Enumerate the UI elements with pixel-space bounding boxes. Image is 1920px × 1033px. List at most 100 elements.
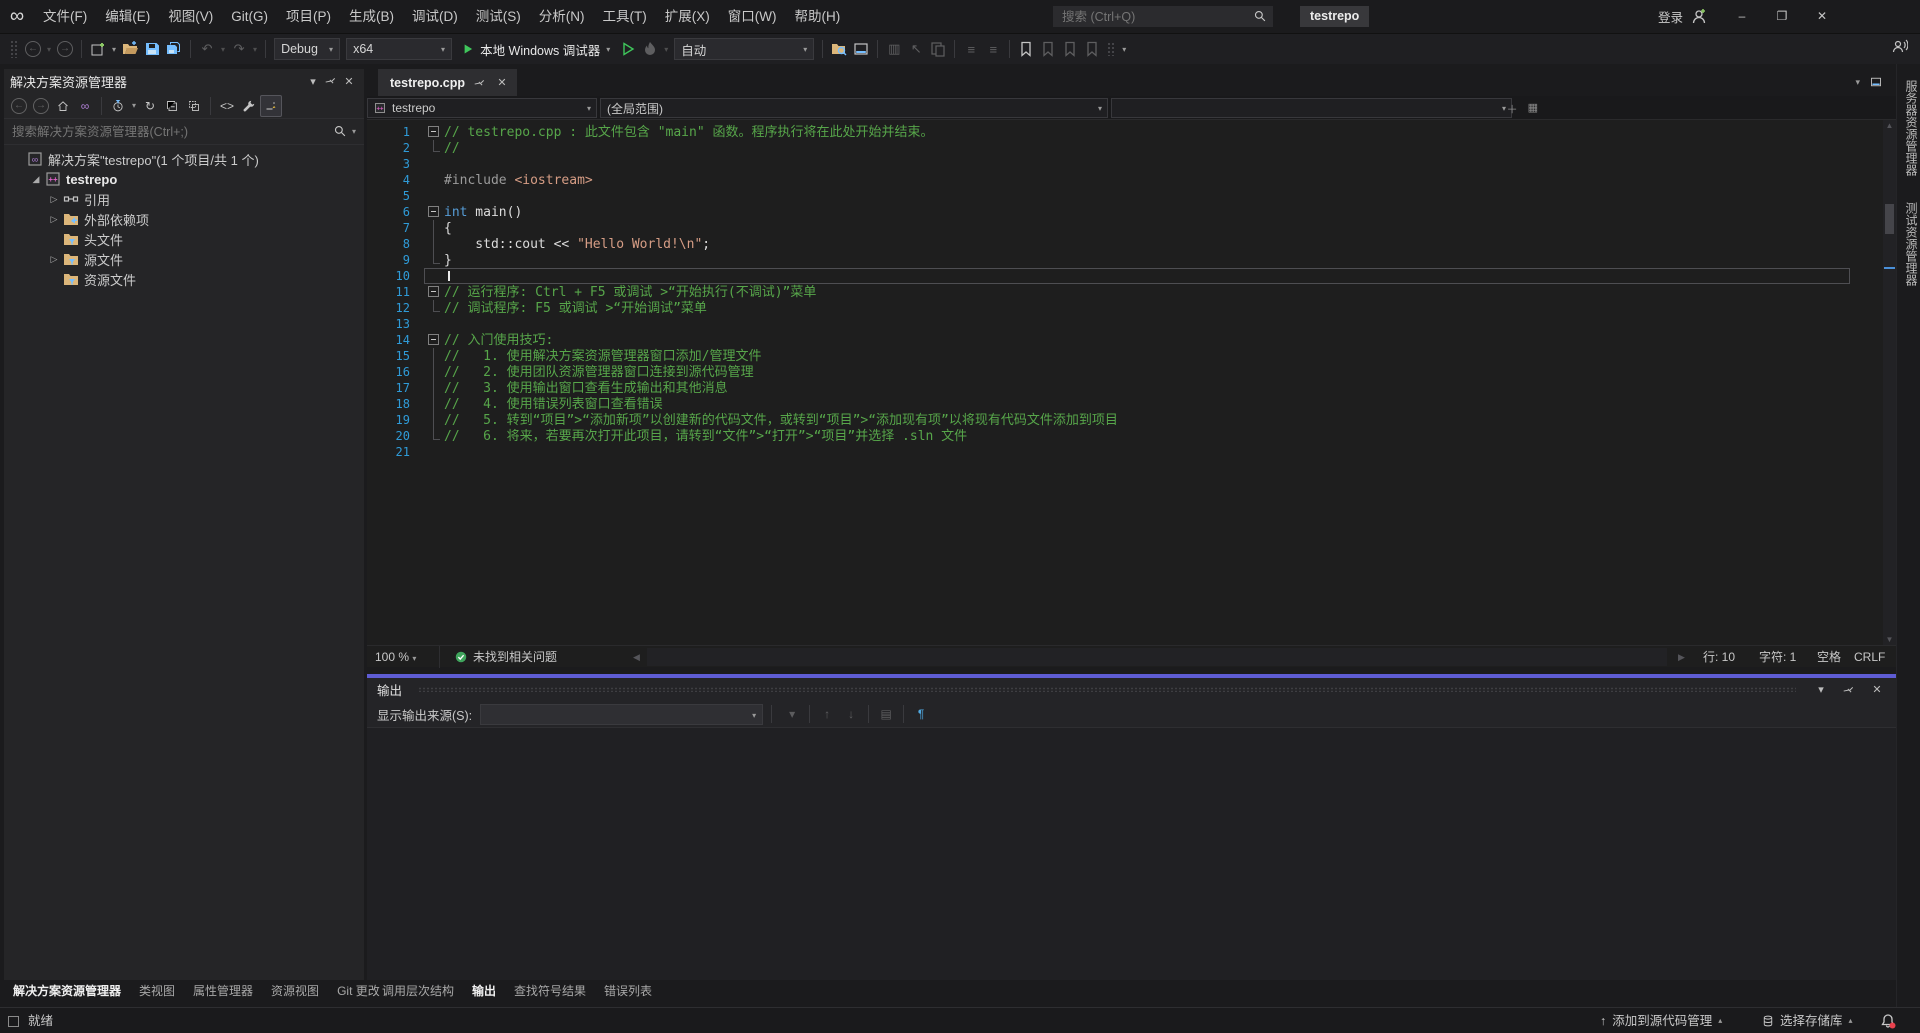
properties-icon[interactable] [238,95,260,117]
fold-collapse-icon[interactable] [428,286,439,297]
open-folder-icon[interactable] [119,37,141,61]
start-without-debugging-icon[interactable] [617,37,639,61]
line-number[interactable]: 2 [367,140,424,156]
background-tasks-icon[interactable] [8,1008,19,1033]
scroll-up-icon[interactable]: ▲ [1883,121,1896,130]
nav-back-icon[interactable]: ← [22,37,44,61]
code-health-indicator[interactable]: 未找到相关问题 [455,646,557,668]
fold-margin[interactable] [424,252,444,268]
toolbar-grip[interactable] [10,40,18,58]
tree-item-2[interactable]: ▷引用 [4,189,364,209]
solution-window-icon[interactable] [850,37,872,61]
menu-item-12[interactable]: 帮助(H) [785,0,849,33]
code-editor[interactable]: 1// testrepo.cpp : 此文件包含 "main" 函数。程序执行将… [367,120,1896,645]
document-tab-testrepo-cpp[interactable]: testrepo.cpp ✕ [378,69,517,96]
scroll-left-icon[interactable]: ◀ [633,646,640,668]
chevron-down-icon[interactable]: ▾ [250,45,260,54]
fold-margin[interactable] [425,269,445,283]
debug-target-dropdown[interactable]: 自动▾ [674,38,814,60]
line-number[interactable]: 10 [367,268,424,284]
bottom-tab-1[interactable]: 输出 [463,980,505,1002]
output-source-dropdown[interactable]: ▾ [480,704,763,725]
fold-margin[interactable] [424,412,444,428]
refresh-icon[interactable]: ↻ [139,95,161,117]
fold-collapse-icon[interactable] [428,334,439,345]
right-autohide-tab-1[interactable]: 测试资源管理器 [1897,192,1920,296]
back-icon[interactable]: ← [8,95,30,117]
fold-margin[interactable] [424,172,444,188]
fold-collapse-icon[interactable] [428,206,439,217]
global-search-input[interactable] [1054,10,1248,24]
pin-icon[interactable] [1840,683,1858,695]
fold-margin[interactable] [424,380,444,396]
close-icon[interactable]: ✕ [495,76,509,89]
left-tab-1[interactable]: 类视图 [130,980,184,1002]
expander-icon[interactable]: ▷ [46,194,62,205]
line-number[interactable]: 8 [367,236,424,252]
fold-margin[interactable] [424,428,444,444]
fold-margin[interactable] [424,444,444,460]
tree-item-3[interactable]: ▷外部依赖项 [4,209,364,229]
scrollbar-thumb[interactable] [1885,204,1894,234]
chevron-down-icon[interactable]: ▾ [109,45,119,54]
left-tab-3[interactable]: 资源视图 [262,980,328,1002]
line-number[interactable]: 1 [367,124,424,140]
goto-next-message-icon[interactable]: ↓ [839,703,863,725]
clear-all-icon[interactable]: ▤ [874,703,898,725]
close-button[interactable]: ✕ [1802,0,1842,33]
chevron-down-icon[interactable]: ▾ [352,127,356,136]
menu-item-1[interactable]: 编辑(E) [96,0,159,33]
line-number[interactable]: 9 [367,252,424,268]
right-autohide-tab-0[interactable]: 服务器资源管理器 [1897,70,1920,186]
expander-icon[interactable]: ◢ [28,174,44,185]
pin-icon[interactable] [473,76,487,88]
menu-item-5[interactable]: 生成(B) [340,0,403,33]
bottom-tab-2[interactable]: 查找符号结果 [505,980,595,1002]
caret-down-icon[interactable]: ▾ [304,75,322,88]
find-in-files-icon[interactable] [828,37,850,61]
scroll-right-icon[interactable]: ▶ [1678,646,1685,668]
tree-item-5[interactable]: ▷源文件 [4,249,364,269]
menu-item-2[interactable]: 视图(V) [159,0,222,33]
line-number[interactable]: 17 [367,380,424,396]
member-dropdown[interactable]: ▾ [1111,98,1512,118]
line-number[interactable]: 5 [367,188,424,204]
chevron-down-icon[interactable]: ▾ [44,45,54,54]
caret-down-icon[interactable]: ▾ [1812,683,1830,696]
bottom-tab-0[interactable]: 调用层次结构 [373,980,463,1002]
fold-margin[interactable] [424,332,444,348]
line-number[interactable]: 14 [367,332,424,348]
chevron-down-icon[interactable]: ▾ [129,101,139,110]
menu-item-4[interactable]: 项目(P) [277,0,340,33]
preview-selected-items-icon[interactable] [260,95,282,117]
paste-icon[interactable] [927,37,949,61]
view-code-icon[interactable]: <> [216,95,238,117]
toggle-bookmark-icon[interactable] [1015,37,1037,61]
menu-item-8[interactable]: 分析(N) [530,0,594,33]
line-indicator[interactable]: 行: 10 [1703,646,1735,668]
line-number[interactable]: 13 [367,316,424,332]
goto-message-icon[interactable]: ▾ [780,703,804,725]
vertical-scrollbar[interactable]: ▲ ▼ [1883,120,1896,645]
tree-item-4[interactable]: 头文件 [4,229,364,249]
horizontal-scrollbar[interactable] [647,648,1667,666]
fold-margin[interactable] [424,188,444,204]
tree-item-0[interactable]: 解决方案"testrepo"(1 个项目/共 1 个) [4,149,364,169]
line-number[interactable]: 3 [367,156,424,172]
solution-explorer-search-box[interactable]: ▾ [4,119,364,145]
fold-margin[interactable] [424,348,444,364]
float-window-icon[interactable] [1870,74,1882,92]
line-number[interactable]: 6 [367,204,424,220]
line-ending-indicator[interactable]: CRLF [1854,646,1885,668]
line-number[interactable]: 12 [367,300,424,316]
notifications-bell-icon[interactable] [1880,1008,1896,1033]
fold-margin[interactable] [424,300,444,316]
bottom-tab-3[interactable]: 错误列表 [595,980,661,1002]
line-number[interactable]: 7 [367,220,424,236]
menu-item-6[interactable]: 调试(D) [403,0,467,33]
project-dropdown[interactable]: testrepo ▾ [367,98,597,118]
column-indicator[interactable]: 字符: 1 [1759,646,1796,668]
minimize-button[interactable]: – [1722,0,1762,33]
tree-item-6[interactable]: 资源文件 [4,269,364,289]
document-dropdown-icon[interactable]: ▾ [1855,77,1860,88]
